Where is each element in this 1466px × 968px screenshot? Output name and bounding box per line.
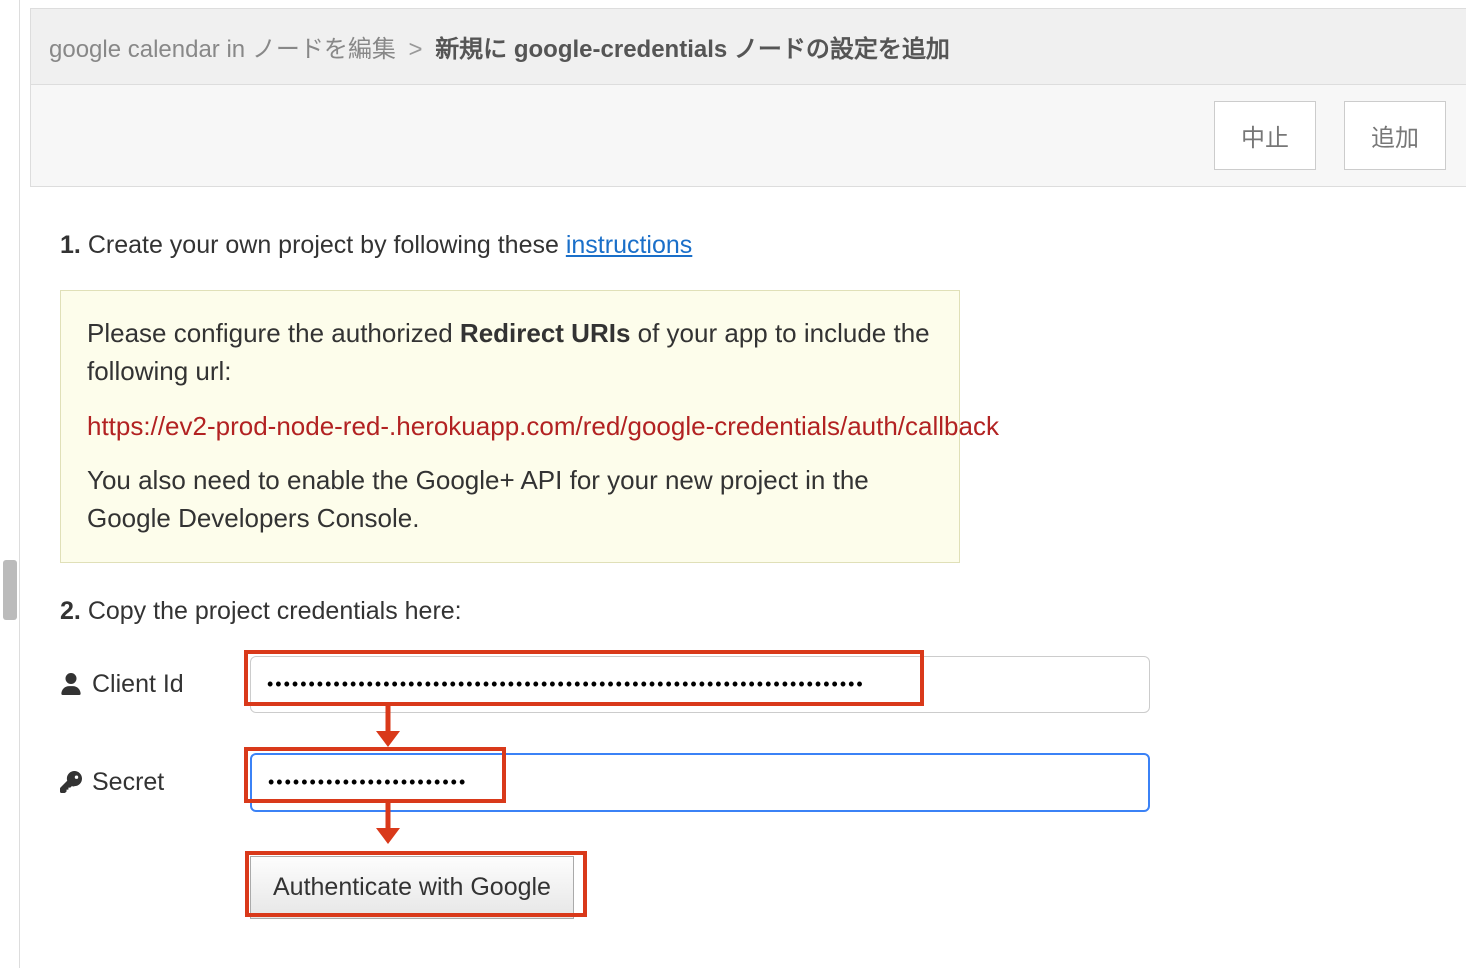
box-text-a: Please configure the authorized: [87, 318, 460, 348]
instructions-box: Please configure the authorized Redirect…: [60, 290, 960, 563]
box-text-bold: Redirect URIs: [460, 318, 631, 348]
step-1-number: 1.: [60, 231, 81, 259]
breadcrumb-separator: >: [409, 36, 423, 63]
secret-input-wrap: [250, 753, 1150, 812]
cancel-button[interactable]: 中止: [1214, 101, 1316, 170]
redirect-uri-text: Please configure the authorized Redirect…: [87, 315, 933, 390]
step-2: 2. Copy the project credentials here:: [60, 597, 1436, 626]
url-prefix: https://ev2-prod-node-red-: [87, 408, 389, 446]
client-id-row: Client Id: [60, 656, 1436, 713]
client-id-input[interactable]: [250, 656, 1150, 713]
breadcrumb-parent[interactable]: google calendar in ノードを編集: [49, 36, 396, 63]
url-suffix: .herokuapp.com/red/google-credentials/au…: [389, 408, 999, 446]
edit-panel: google calendar in ノードを編集 > 新規に google-c…: [30, 8, 1466, 939]
content-area: 1. Create your own project by following …: [30, 187, 1466, 939]
callback-url: https://ev2-prod-node-red-.herokuapp.com…: [87, 406, 959, 446]
client-id-label: Client Id: [60, 670, 250, 699]
add-button[interactable]: 追加: [1344, 101, 1446, 170]
client-id-label-text: Client Id: [92, 670, 184, 699]
instructions-link[interactable]: instructions: [566, 231, 692, 259]
user-icon: [60, 673, 82, 695]
auth-row: Authenticate with Google: [250, 856, 1436, 919]
client-id-input-wrap: [250, 656, 1150, 713]
step-2-text: Copy the project credentials here:: [88, 597, 462, 625]
step-1-text: Create your own project by following the…: [88, 231, 566, 259]
step-2-number: 2.: [60, 597, 81, 625]
secret-label: Secret: [60, 768, 250, 797]
step-1: 1. Create your own project by following …: [60, 231, 1436, 260]
authenticate-google-button[interactable]: Authenticate with Google: [250, 856, 574, 919]
toolbar: 中止 追加: [30, 85, 1466, 187]
breadcrumb-current: 新規に google-credentials ノードの設定を追加: [435, 36, 950, 63]
secret-input[interactable]: [250, 753, 1150, 812]
secret-row: Secret: [60, 753, 1436, 812]
secret-label-text: Secret: [92, 768, 164, 797]
left-gutter: [0, 0, 20, 968]
googleplus-note: You also need to enable the Google+ API …: [87, 462, 933, 537]
breadcrumb: google calendar in ノードを編集 > 新規に google-c…: [30, 8, 1466, 85]
key-icon: [60, 771, 82, 793]
resize-handle[interactable]: [3, 560, 17, 620]
